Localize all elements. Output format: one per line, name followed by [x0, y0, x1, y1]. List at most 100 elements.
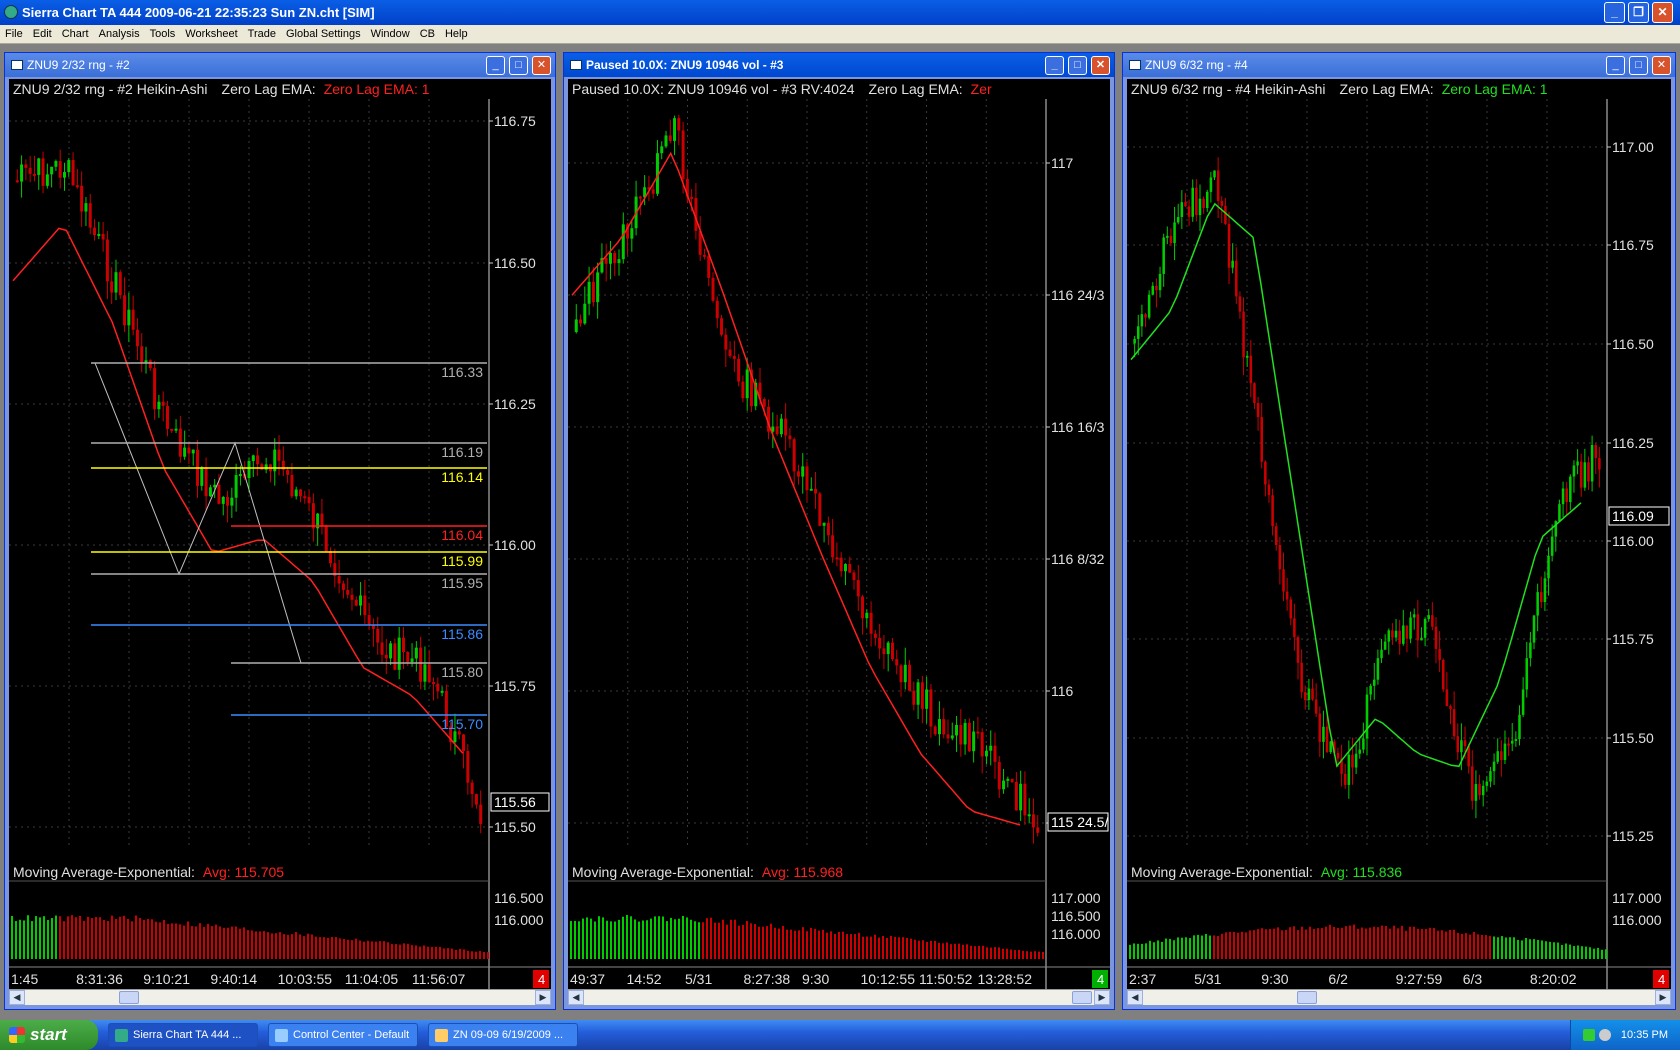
candle-body [131, 309, 135, 330]
ma-bar [878, 937, 880, 959]
ma-bar [970, 945, 972, 959]
scroll-left-icon[interactable]: ◀ [9, 990, 25, 1005]
chart-body[interactable]: 117116 24/3116 16/3116 8/32116115 24/311… [568, 79, 1110, 1005]
ma-bar [67, 916, 69, 959]
ma-bar [1521, 940, 1523, 959]
scroll-left-icon[interactable]: ◀ [1127, 990, 1143, 1005]
chart-maximize-button[interactable]: □ [509, 56, 528, 75]
ma-bar [1497, 937, 1499, 959]
menu-file[interactable]: File [0, 25, 28, 44]
chart-window-3[interactable]: Paused 10.0X: ZNU9 10946 vol - #3 _ □ ✕ 117 1… [563, 52, 1115, 1010]
drawing-trendline[interactable] [94, 362, 302, 664]
candle-body [1202, 198, 1205, 209]
candle-body [226, 496, 230, 506]
ma-bar [263, 931, 265, 959]
candle-body [1140, 314, 1144, 327]
start-button[interactable]: start [0, 1020, 98, 1050]
candle-body [579, 319, 583, 324]
candle-body [54, 161, 58, 167]
menu-trade[interactable]: Trade [243, 25, 281, 44]
ma-bar [363, 941, 365, 959]
price-chart[interactable]: 117116 24/3116 16/3116 8/32116115 24/311… [568, 79, 1110, 991]
chart-body[interactable]: 116.33 116.19 116.14 116.04 115.99 115.95 115.… [9, 79, 551, 1005]
ma-bar [862, 936, 864, 959]
chart-maximize-button[interactable]: □ [1068, 56, 1087, 75]
candle-body [1245, 355, 1249, 358]
ma-bar [866, 936, 868, 959]
menu-cb[interactable]: CB [415, 25, 440, 44]
scroll-thumb[interactable] [119, 991, 139, 1004]
menu-analysis[interactable]: Analysis [94, 25, 145, 44]
candle-body [1209, 177, 1213, 192]
candle-body [401, 637, 405, 653]
volume-icon[interactable] [1599, 1029, 1611, 1041]
menu-edit[interactable]: Edit [28, 25, 57, 44]
network-icon[interactable] [1583, 1029, 1595, 1041]
candle-body [711, 277, 715, 301]
scroll-right-icon[interactable]: ▶ [535, 990, 551, 1005]
ma-bar [339, 938, 341, 959]
taskbar-item-sierra-chart[interactable]: Sierra Chart TA 444 ... [108, 1023, 258, 1047]
menu-tools[interactable]: Tools [145, 25, 181, 44]
scroll-right-icon[interactable]: ▶ [1655, 990, 1671, 1005]
minimize-button[interactable]: _ [1604, 2, 1625, 23]
menu-window[interactable]: Window [366, 25, 415, 44]
chart-window-titlebar[interactable]: ZNU9 2/32 rng - #2 _ □ ✕ [5, 53, 555, 77]
horizontal-scrollbar[interactable]: ◀ ▶ [9, 989, 551, 1005]
ma-bar [1481, 934, 1483, 959]
chart-close-button[interactable]: ✕ [1091, 56, 1110, 75]
scroll-thumb[interactable] [1297, 991, 1317, 1004]
chart-maximize-button[interactable]: □ [1629, 56, 1648, 75]
taskbar-item-zn-chart[interactable]: ZN 09-09 6/19/2009 ... [428, 1023, 578, 1047]
close-button[interactable]: ✕ [1652, 2, 1673, 23]
candle-body [1387, 630, 1391, 642]
candle-body [826, 522, 830, 536]
candle-body [861, 596, 865, 619]
ma-bar [447, 948, 449, 959]
candle-body [1471, 766, 1474, 801]
ema-value: Zero Lag EMA: 1 [1442, 81, 1548, 97]
ma-bar [1473, 931, 1475, 959]
price-chart[interactable]: 116.33 116.19 116.14 116.04 115.99 115.95 115.… [9, 79, 551, 991]
ma-bar [159, 922, 161, 959]
candle-body [1579, 461, 1583, 488]
level-label: 115.99 [441, 553, 483, 569]
candle-body [1296, 637, 1300, 663]
menu-chart[interactable]: Chart [57, 25, 94, 44]
price-chart[interactable]: 117.00 116.75 116.50 116.25 116.00 115.75 115.… [1127, 79, 1671, 991]
ma-bar [1165, 938, 1167, 959]
ma-bar [1181, 937, 1183, 959]
ma-bar [978, 945, 980, 959]
horizontal-scrollbar[interactable]: ◀ ▶ [568, 989, 1110, 1005]
chart-window-4[interactable]: ZNU9 6/32 rng - #4 _ □ ✕ 117.00 116.75 116.50 1… [1122, 52, 1676, 1010]
chart-close-button[interactable]: ✕ [532, 56, 551, 75]
candle-body [673, 118, 677, 141]
chart-window-titlebar[interactable]: Paused 10.0X: ZNU9 10946 vol - #3 _ □ ✕ [564, 53, 1114, 77]
restore-button[interactable]: ❐ [1628, 2, 1649, 23]
scroll-right-icon[interactable]: ▶ [1094, 990, 1110, 1005]
candle-body [1412, 614, 1416, 618]
chart-minimize-button[interactable]: _ [1045, 56, 1064, 75]
app-title: Sierra Chart TA 444 2009-06-21 22:35:23 … [22, 5, 375, 20]
ma-bar [1545, 941, 1547, 959]
menu-global-settings[interactable]: Global Settings [281, 25, 366, 44]
horizontal-scrollbar[interactable]: ◀ ▶ [1127, 989, 1671, 1005]
chart-close-button[interactable]: ✕ [1652, 56, 1671, 75]
scroll-thumb[interactable] [1072, 991, 1092, 1004]
chart-window-2[interactable]: ZNU9 2/32 rng - #2 _ □ ✕ 116.33 116.19 116.14 1… [4, 52, 556, 1010]
chart-body[interactable]: 117.00 116.75 116.50 116.25 116.00 115.75 115.… [1127, 79, 1671, 1005]
menu-help[interactable]: Help [440, 25, 473, 44]
ma-bar [826, 932, 828, 959]
ma-bar [167, 923, 169, 959]
chart-minimize-button[interactable]: _ [486, 56, 505, 75]
chart-window-titlebar[interactable]: ZNU9 6/32 rng - #4 _ □ ✕ [1123, 53, 1675, 77]
ma-bar [942, 943, 944, 959]
scroll-left-icon[interactable]: ◀ [568, 990, 584, 1005]
taskbar-item-control-center[interactable]: Control Center - Default [268, 1023, 418, 1047]
candle-body [613, 252, 617, 264]
candle-body [303, 496, 307, 499]
chart-minimize-button[interactable]: _ [1606, 56, 1625, 75]
ma-bar [910, 938, 912, 959]
menu-worksheet[interactable]: Worksheet [180, 25, 242, 44]
candle-body [1489, 771, 1492, 782]
